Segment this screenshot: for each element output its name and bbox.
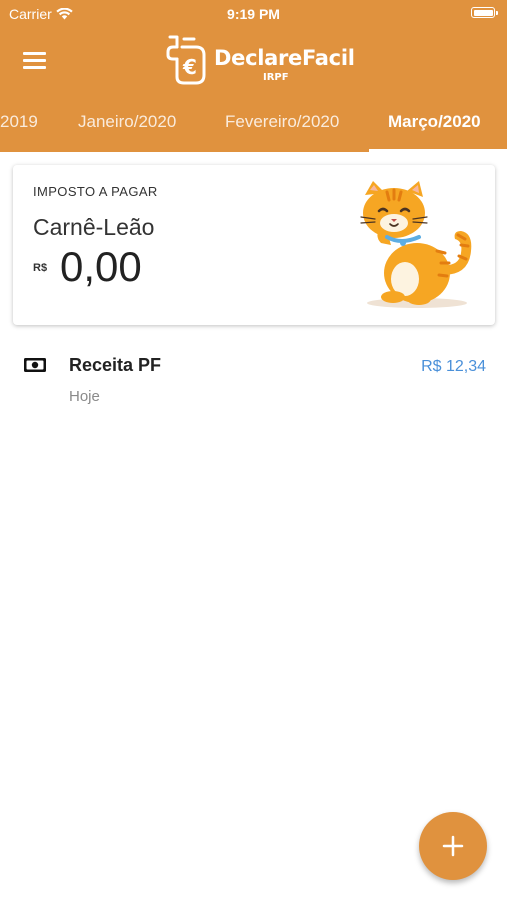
month-tabs: 2019 Janeiro/2020 Fevereiro/2020 Março/2… xyxy=(0,104,507,152)
logo-subtitle: IRPF xyxy=(263,72,289,83)
hamburger-icon xyxy=(23,52,46,55)
add-transaction-button[interactable] xyxy=(419,812,487,880)
currency-symbol: R$ xyxy=(33,262,48,274)
tab-2019[interactable]: 2019 xyxy=(0,112,38,132)
transaction-date: Hoje xyxy=(69,388,100,405)
app-header: Carrier 9:19 PM € DeclareFacil IRPF 2019… xyxy=(0,0,507,152)
active-tab-indicator xyxy=(369,149,507,152)
tab-janeiro-2020[interactable]: Janeiro/2020 xyxy=(78,112,176,132)
transaction-amount: R$ 12,34 xyxy=(421,358,486,375)
tax-title: Carnê-Leão xyxy=(33,214,155,240)
svg-text:€: € xyxy=(182,55,197,79)
status-bar: Carrier 9:19 PM xyxy=(0,0,507,28)
tax-amount: 0,00 xyxy=(60,243,142,290)
transaction-title: Receita PF xyxy=(69,355,162,375)
tab-marco-2020[interactable]: Março/2020 xyxy=(388,112,481,132)
menu-button[interactable] xyxy=(22,50,48,70)
cat-mascot-illustration xyxy=(360,181,472,308)
money-icon xyxy=(24,358,46,372)
logo-text: DeclareFacil xyxy=(214,46,355,70)
app-logo: € DeclareFacil IRPF xyxy=(164,33,355,87)
tax-label: IMPOSTO A PAGAR xyxy=(33,184,158,199)
tab-fevereiro-2020[interactable]: Fevereiro/2020 xyxy=(225,112,339,132)
plus-icon xyxy=(442,835,464,857)
battery-icon xyxy=(471,7,498,18)
status-time: 9:19 PM xyxy=(227,6,280,22)
tax-summary-card[interactable]: IMPOSTO A PAGAR Carnê-Leão R$ 0,00 xyxy=(13,165,495,325)
logo-hand-icon: € xyxy=(166,35,206,85)
transaction-item[interactable]: Receita PF Hoje R$ 12,34 xyxy=(0,338,507,420)
